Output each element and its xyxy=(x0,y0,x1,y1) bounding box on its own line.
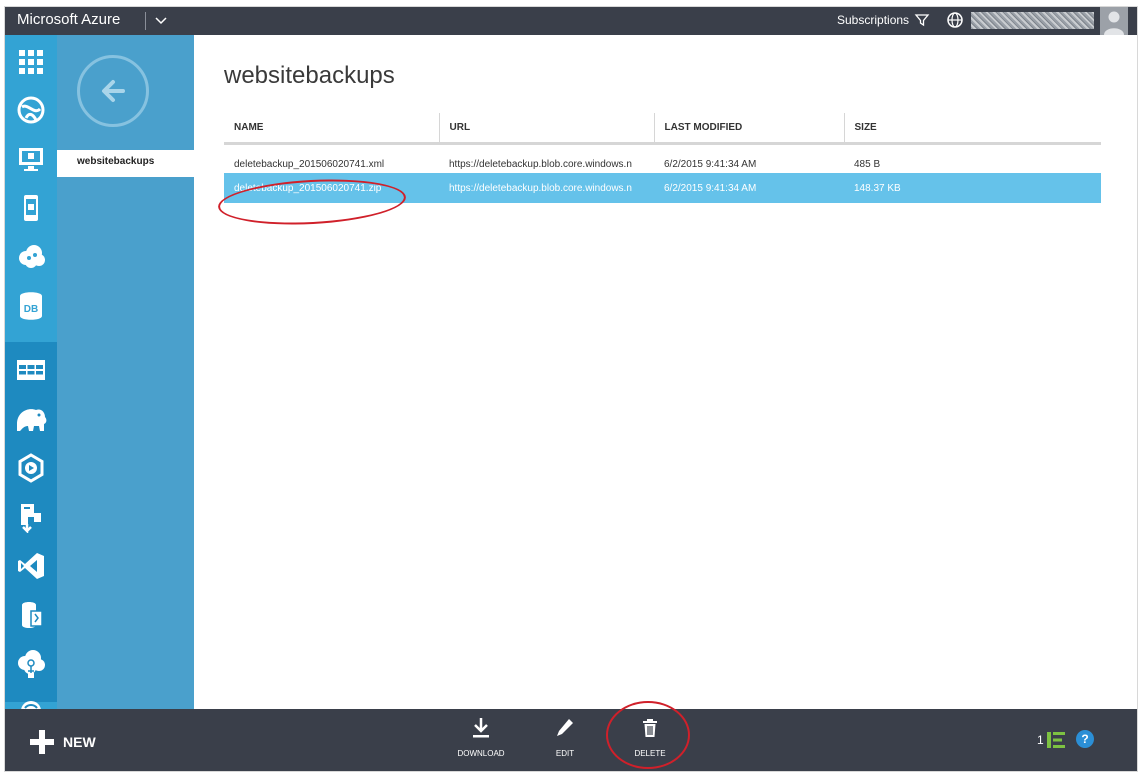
column-header-url[interactable]: URL xyxy=(438,113,654,145)
cell-url: https://deletebackup.blob.core.windows.n xyxy=(449,159,632,171)
new-button[interactable]: NEW xyxy=(29,729,96,755)
cache-icon[interactable] xyxy=(14,598,48,632)
edit-button[interactable]: EDIT xyxy=(550,715,580,758)
account-name-redacted[interactable] xyxy=(971,12,1094,29)
media-services-icon[interactable] xyxy=(14,451,48,485)
edit-label: EDIT xyxy=(555,749,575,758)
new-label: NEW xyxy=(63,734,96,750)
biztalk-services-icon[interactable] xyxy=(14,647,48,681)
plus-icon xyxy=(30,730,54,754)
cloud-services-icon[interactable] xyxy=(14,240,48,274)
subscriptions-link[interactable]: Subscriptions xyxy=(837,13,909,27)
arrow-left-icon xyxy=(102,80,125,102)
column-header-size[interactable]: SIZE xyxy=(843,113,1101,145)
cell-size: 485 B xyxy=(854,159,881,171)
azure-portal-window: Microsoft Azure Subscriptions DB website… xyxy=(4,6,1138,772)
chevron-down-icon[interactable] xyxy=(153,11,169,29)
column-header-last-modified[interactable]: LAST MODIFIED xyxy=(653,113,844,145)
storage-nav-panel: websitebackups xyxy=(57,35,194,709)
cell-last-modified: 6/2/2015 9:41:34 AM xyxy=(664,159,757,171)
download-icon xyxy=(468,715,494,741)
notification-count: 1 xyxy=(1037,733,1044,747)
service-nav-rail: DB xyxy=(5,35,57,709)
table-row[interactable]: deletebackup_201506020741.xml https://de… xyxy=(224,143,1101,173)
sql-databases-icon[interactable]: DB xyxy=(14,289,48,323)
cell-name: deletebackup_201506020741.xml xyxy=(234,159,385,171)
pencil-icon xyxy=(552,715,578,741)
globe-icon[interactable] xyxy=(946,11,964,29)
annotation-circle-delete xyxy=(606,701,690,769)
help-icon[interactable]: ? xyxy=(1076,730,1094,748)
filter-icon[interactable] xyxy=(914,12,930,28)
cell-url: https://deletebackup.blob.core.windows.n xyxy=(449,182,632,194)
nav-item-websitebackups[interactable]: websitebackups xyxy=(57,150,194,177)
download-button[interactable]: DOWNLOAD xyxy=(453,715,509,758)
page-title: websitebackups xyxy=(224,62,395,89)
table-header-row: NAME URL LAST MODIFIED SIZE xyxy=(224,113,1101,145)
back-button[interactable] xyxy=(77,55,149,127)
download-label: DOWNLOAD xyxy=(457,749,505,758)
hdinsight-icon[interactable] xyxy=(14,402,48,436)
all-items-icon[interactable] xyxy=(14,45,48,79)
avatar[interactable] xyxy=(1100,7,1128,35)
cell-size: 148.37 KB xyxy=(854,182,901,194)
column-header-name[interactable]: NAME xyxy=(224,113,439,145)
main-content: websitebackups NAME URL LAST MODIFIED SI… xyxy=(194,35,1137,709)
visual-studio-online-icon[interactable] xyxy=(14,549,48,583)
brand-title[interactable]: Microsoft Azure xyxy=(17,11,120,28)
virtual-machines-icon[interactable] xyxy=(14,142,48,176)
service-bus-icon[interactable] xyxy=(14,500,48,534)
top-bar: Microsoft Azure Subscriptions xyxy=(5,7,1137,35)
notifications-list-icon xyxy=(1046,732,1065,748)
websites-icon[interactable] xyxy=(14,93,48,127)
storage-icon[interactable] xyxy=(14,353,48,387)
recovery-services-icon[interactable] xyxy=(14,693,48,709)
topbar-divider xyxy=(145,12,146,30)
svg-text:DB: DB xyxy=(24,304,38,315)
mobile-services-icon[interactable] xyxy=(14,191,48,225)
command-bar: NEW DOWNLOAD EDIT DELETE 1 ? xyxy=(5,701,1137,771)
cell-last-modified: 6/2/2015 9:41:34 AM xyxy=(664,182,757,194)
notifications-button[interactable]: 1 xyxy=(1037,731,1066,749)
